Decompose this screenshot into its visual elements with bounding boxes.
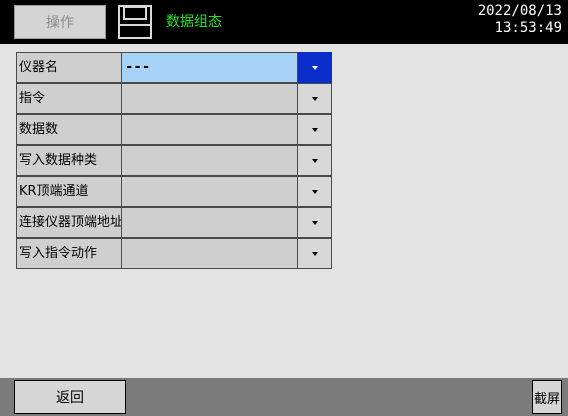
dropdown-button[interactable] bbox=[298, 176, 332, 207]
dropdown-button[interactable] bbox=[298, 238, 332, 269]
chevron-down-icon bbox=[311, 251, 318, 256]
param-row: 仪器名 --- bbox=[16, 52, 332, 83]
chevron-down-icon bbox=[311, 127, 318, 132]
chevron-down-icon bbox=[311, 220, 318, 225]
dropdown-button[interactable] bbox=[298, 114, 332, 145]
param-label: 写入数据种类 bbox=[16, 145, 122, 176]
operate-button[interactable]: 操作 bbox=[14, 5, 106, 39]
bottom-bar: 返回 截屏 bbox=[0, 378, 568, 416]
param-label: KR顶端通道 bbox=[16, 176, 122, 207]
dropdown-button[interactable] bbox=[298, 145, 332, 176]
param-value-field[interactable] bbox=[122, 83, 298, 114]
param-label: 仪器名 bbox=[16, 52, 122, 83]
param-value-field[interactable] bbox=[122, 145, 298, 176]
back-button[interactable]: 返回 bbox=[14, 380, 126, 414]
param-table: 仪器名 --- 指令 数据数 写入数据种类 KR顶端通道 连接仪器顶端地址 写入指令动作 bbox=[16, 52, 332, 269]
param-label: 写入指令动作 bbox=[16, 238, 122, 269]
dropdown-button[interactable] bbox=[298, 207, 332, 238]
save-icon[interactable] bbox=[118, 5, 152, 39]
title-bar: 操作 数据组态 2022/08/13 13:53:49 bbox=[0, 0, 568, 44]
param-label: 数据数 bbox=[16, 114, 122, 145]
chevron-down-icon bbox=[311, 189, 318, 194]
param-value-field[interactable]: --- bbox=[122, 52, 298, 83]
param-label: 指令 bbox=[16, 83, 122, 114]
page-title: 数据组态 bbox=[166, 14, 222, 30]
param-row: 写入指令动作 bbox=[16, 238, 332, 269]
chevron-down-icon bbox=[312, 65, 318, 70]
datetime: 2022/08/13 13:53:49 bbox=[478, 3, 562, 37]
time-text: 13:53:49 bbox=[494, 20, 562, 36]
param-value-field[interactable] bbox=[122, 238, 298, 269]
dropdown-button[interactable] bbox=[298, 83, 332, 114]
param-label: 连接仪器顶端地址 bbox=[16, 207, 122, 238]
param-row: 写入数据种类 bbox=[16, 145, 332, 176]
screenshot-button[interactable]: 截屏 bbox=[532, 380, 562, 414]
param-row: KR顶端通道 bbox=[16, 176, 332, 207]
date-text: 2022/08/13 bbox=[477, 3, 562, 19]
param-row: 数据数 bbox=[16, 114, 332, 145]
param-row: 指令 bbox=[16, 83, 332, 114]
param-value-field[interactable] bbox=[122, 207, 298, 238]
dropdown-button[interactable] bbox=[298, 52, 332, 83]
param-value-field[interactable] bbox=[122, 114, 298, 145]
chevron-down-icon bbox=[311, 96, 318, 101]
param-value-field[interactable] bbox=[122, 176, 298, 207]
param-row: 连接仪器顶端地址 bbox=[16, 207, 332, 238]
chevron-down-icon bbox=[311, 158, 318, 163]
